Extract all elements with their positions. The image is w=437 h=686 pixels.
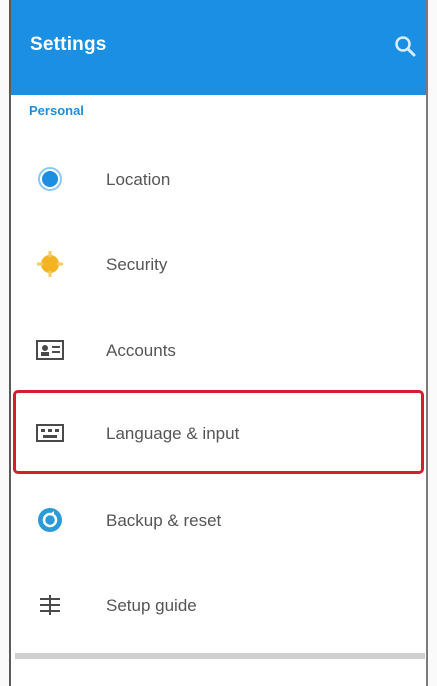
settings-item-location[interactable]: Location bbox=[9, 140, 428, 224]
bottom-divider bbox=[15, 653, 425, 659]
page-title: Settings bbox=[30, 34, 107, 55]
backup-icon bbox=[35, 505, 65, 535]
device-frame-right bbox=[426, 0, 428, 686]
settings-screen: Settings Personal Location Security Acco… bbox=[9, 0, 428, 686]
settings-item-backup-reset[interactable]: Backup & reset bbox=[9, 481, 428, 565]
app-bar: Settings bbox=[9, 0, 428, 95]
device-frame-left bbox=[9, 0, 11, 686]
location-icon bbox=[35, 164, 65, 194]
security-icon bbox=[35, 249, 65, 279]
search-icon[interactable] bbox=[394, 35, 416, 57]
settings-item-label: Location bbox=[106, 170, 171, 189]
section-header-personal: Personal bbox=[29, 103, 84, 118]
settings-item-security[interactable]: Security bbox=[9, 225, 428, 309]
settings-item-label: Accounts bbox=[106, 341, 176, 360]
settings-item-setup-guide[interactable]: Setup guide bbox=[9, 566, 428, 650]
settings-item-label: Setup guide bbox=[106, 596, 197, 615]
setup-guide-icon bbox=[35, 590, 65, 620]
settings-item-accounts[interactable]: Accounts bbox=[9, 311, 428, 395]
settings-item-label: Backup & reset bbox=[106, 511, 222, 530]
accounts-icon bbox=[35, 335, 65, 365]
highlight-frame bbox=[13, 390, 424, 474]
settings-item-label: Security bbox=[106, 255, 168, 274]
